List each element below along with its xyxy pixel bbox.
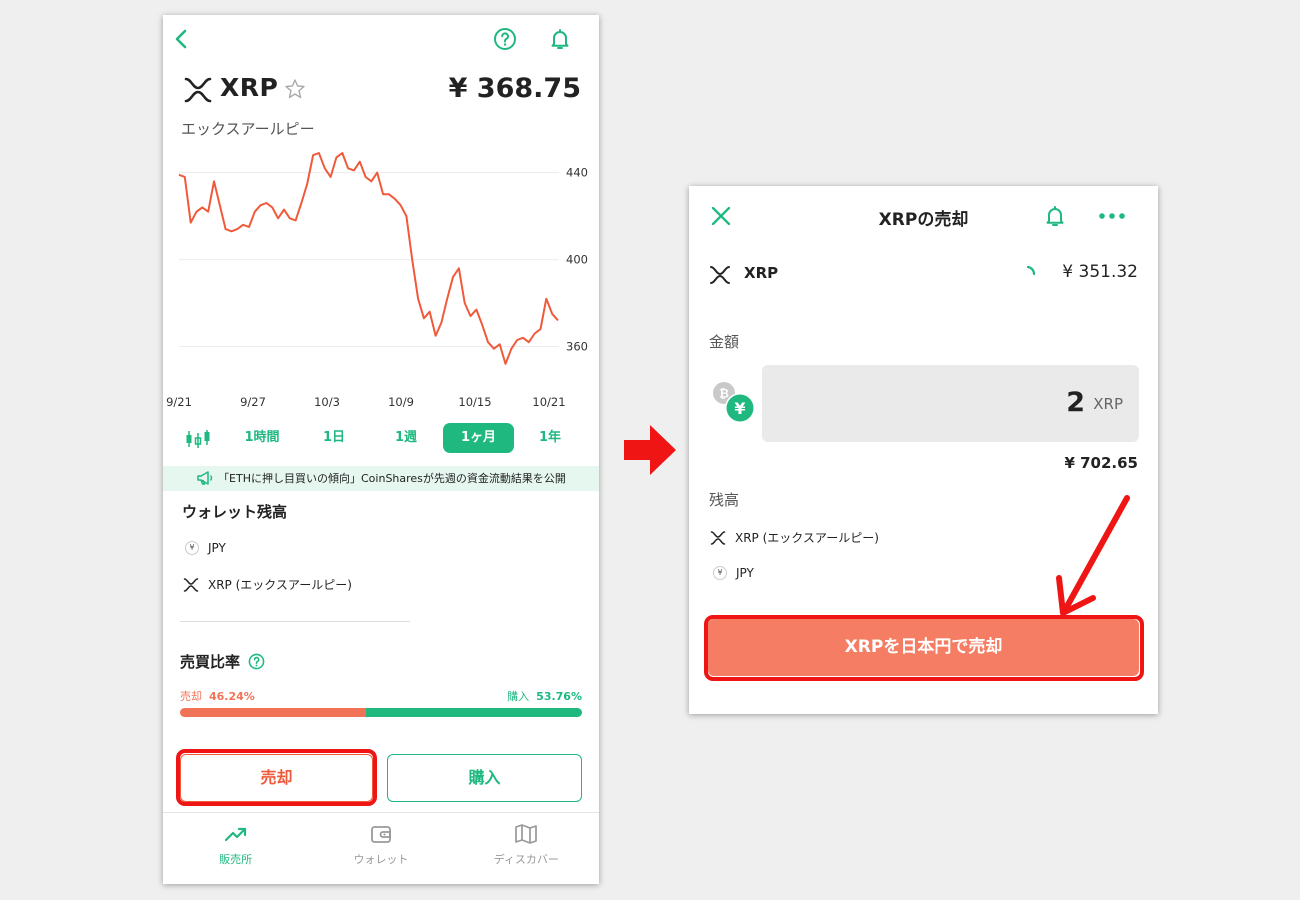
amount-unit: XRP: [1093, 395, 1123, 413]
x-tick-label: 10/15: [458, 395, 491, 409]
more-options-icon[interactable]: [1097, 206, 1127, 226]
coin-detail-screen: XRP ¥ 368.75 エックスアールピー 440 400 360 9/21 9/27…: [163, 15, 599, 884]
help-icon[interactable]: [248, 653, 265, 670]
balance-item-label: JPY: [736, 566, 754, 580]
tab-label: ウォレット: [353, 853, 409, 866]
period-1w[interactable]: 1週: [375, 423, 437, 453]
favorite-star-icon[interactable]: [283, 77, 307, 101]
map-icon: [515, 824, 538, 844]
svg-text:₿: ₿: [719, 387, 729, 401]
x-tick-label: 10/21: [532, 395, 565, 409]
xrp-logo-icon: [710, 530, 726, 545]
news-text: 「ETHに押し目買いの傾向」CoinSharesが先週の資金流動結果を公開: [218, 472, 566, 485]
period-1h[interactable]: 1時間: [231, 423, 293, 453]
period-1d[interactable]: 1日: [305, 423, 363, 453]
wallet-item-label: XRP (エックスアールピー): [208, 578, 352, 592]
tab-label: ディスカバー: [493, 853, 559, 866]
price-chart[interactable]: 440 400 360 9/21 9/27 10/3 10/9 10/15 10/21: [163, 140, 599, 415]
currency-pair-icon: ₿ ¥: [713, 382, 755, 423]
screen-title: XRPの売却: [878, 210, 969, 230]
trend-icon: [224, 827, 246, 842]
arrow-right-icon: [624, 425, 676, 475]
balance-item-xrp: XRP (エックスアールピー): [710, 529, 879, 546]
sell-ratio-value: 46.24%: [209, 690, 255, 703]
amount-input[interactable]: 2 XRP: [762, 365, 1139, 442]
price-line: [178, 152, 559, 365]
coin-symbol: XRP: [220, 73, 279, 102]
balance-label: 残高: [709, 491, 740, 509]
wallet-icon: [371, 826, 391, 843]
megaphone-icon: [197, 471, 213, 485]
yen-icon: ¥: [713, 566, 727, 580]
balance-item-jpy: ¥ JPY: [713, 566, 754, 580]
highlight-box: [176, 749, 377, 806]
period-1y[interactable]: 1年: [523, 423, 577, 453]
trade-ratio-bar: [180, 708, 582, 717]
news-banner[interactable]: 「ETHに押し目買いの傾向」CoinSharesが先週の資金流動結果を公開: [163, 466, 599, 491]
buy-ratio-value: 53.76%: [536, 690, 582, 703]
help-icon[interactable]: [493, 27, 517, 51]
bell-icon[interactable]: [1043, 204, 1067, 228]
yen-equivalent: ¥ 702.65: [1064, 454, 1138, 472]
wallet-balance-title: ウォレット残高: [182, 503, 288, 521]
tab-exchange[interactable]: 販売所: [163, 813, 308, 884]
back-icon[interactable]: [169, 27, 193, 51]
coin-full-name: エックスアールピー: [181, 120, 315, 138]
y-tick-label: 440: [566, 166, 588, 180]
y-tick-label: 400: [566, 253, 588, 267]
bottom-tab-bar: 販売所 ウォレット ディスカバー: [163, 812, 599, 884]
wallet-item-label: JPY: [208, 541, 226, 555]
wallet-item-xrp[interactable]: XRP (エックスアールピー): [183, 576, 352, 593]
trade-ratio-title: 売買比率: [180, 653, 241, 671]
y-tick-label: 360: [566, 340, 588, 354]
coin-price: ¥ 368.75: [448, 73, 581, 104]
coin-price: ¥ 351.32: [1062, 262, 1138, 282]
callout-arrow: [1056, 495, 1130, 616]
x-tick-label: 9/21: [166, 395, 192, 409]
bell-icon[interactable]: [548, 27, 572, 51]
wallet-item-jpy[interactable]: ¥ JPY: [185, 541, 226, 555]
divider: [180, 621, 410, 622]
x-tick-label: 9/27: [240, 395, 266, 409]
amount-label: 金額: [709, 333, 740, 351]
balance-item-label: XRP (エックスアールピー): [735, 531, 879, 545]
period-1m[interactable]: 1ヶ月: [443, 423, 514, 453]
sell-ratio: 売却 46.24%: [180, 690, 255, 703]
tab-label: 販売所: [219, 853, 253, 866]
sell-screen: XRPの売却 XRP ¥ 351.32 金額 ₿ ¥ 2 XRP ¥ 702.6…: [689, 186, 1158, 714]
ratio-sell-segment: [180, 708, 366, 717]
xrp-logo-icon: [184, 77, 212, 103]
buy-button[interactable]: 購入: [387, 754, 582, 802]
xrp-logo-icon: [183, 577, 199, 592]
tab-wallet[interactable]: ウォレット: [308, 813, 453, 884]
coin-symbol: XRP: [744, 264, 779, 282]
xrp-logo-icon: [710, 266, 730, 284]
ratio-buy-segment: [365, 708, 582, 717]
refresh-spinner-icon: [1026, 265, 1036, 276]
highlight-box: [704, 615, 1144, 681]
tab-discover[interactable]: ディスカバー: [454, 813, 599, 884]
x-tick-label: 10/3: [314, 395, 340, 409]
buy-ratio: 購入 53.76%: [507, 690, 582, 703]
svg-text:¥: ¥: [734, 399, 745, 418]
amount-value: 2: [1066, 387, 1085, 418]
yen-icon: ¥: [185, 541, 199, 555]
x-tick-label: 10/9: [388, 395, 414, 409]
period-selector: 1時間 1日 1週 1ヶ月 1年: [163, 423, 599, 455]
candlestick-icon[interactable]: [185, 429, 211, 449]
